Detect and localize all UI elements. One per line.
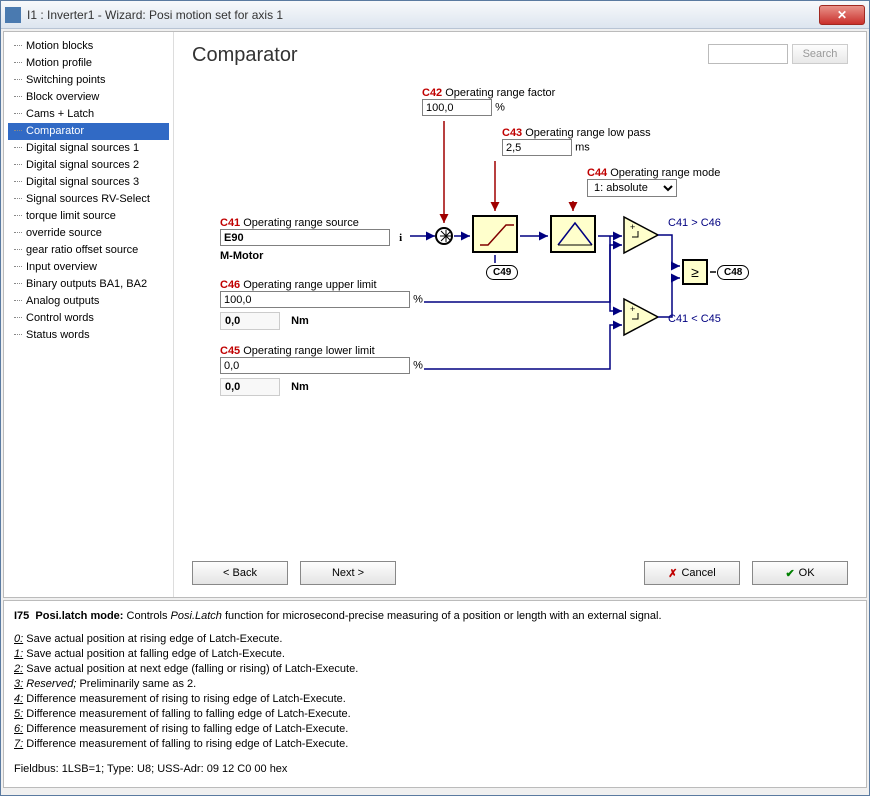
help-line: 6: Difference measurement of rising to f… — [14, 722, 856, 737]
search-button[interactable]: Search — [792, 44, 848, 64]
c43-label: Operating range low pass — [525, 127, 650, 139]
c46-unit: % — [413, 294, 423, 306]
c46-readout-unit: Nm — [291, 315, 309, 327]
c48-output: C48 — [717, 265, 749, 280]
abs-block — [550, 215, 596, 253]
help-lines: 0: Save actual position at rising edge o… — [14, 632, 856, 752]
sidebar-item[interactable]: Digital signal sources 1 — [8, 140, 169, 157]
c43-code: C43 — [502, 127, 522, 139]
main-panel: Comparator Search C42 Operating range fa… — [174, 32, 866, 597]
c42-code: C42 — [422, 87, 442, 99]
c42-label: Operating range factor — [445, 87, 555, 99]
sidebar-item[interactable]: torque limit source — [8, 208, 169, 225]
sidebar-item[interactable]: Motion blocks — [8, 38, 169, 55]
c45-label: Operating range lower limit — [243, 345, 374, 357]
help-param-name: Posi.latch mode: — [35, 610, 123, 622]
help-param-code: I75 — [14, 610, 29, 622]
c41-code: C41 — [220, 217, 240, 229]
next-button[interactable]: Next > — [300, 561, 396, 585]
c46-code: C46 — [220, 279, 240, 291]
help-line: 2: Save actual position at next edge (fa… — [14, 662, 856, 677]
sidebar-item[interactable]: Switching points — [8, 72, 169, 89]
sidebar-item[interactable]: Binary outputs BA1, BA2 — [8, 276, 169, 293]
sum-block — [435, 227, 453, 245]
sidebar-item[interactable]: Status words — [8, 327, 169, 344]
c46-input[interactable] — [220, 291, 410, 308]
c45-code: C45 — [220, 345, 240, 357]
sidebar-item[interactable]: Control words — [8, 310, 169, 327]
svg-text:+: + — [630, 304, 635, 314]
titlebar[interactable]: I1 : Inverter1 - Wizard: Posi motion set… — [1, 1, 869, 29]
help-panel[interactable]: I75 Posi.latch mode: Controls Posi.Latch… — [3, 600, 867, 788]
c42-input[interactable] — [422, 99, 492, 116]
close-button[interactable]: ✕ — [819, 5, 865, 25]
c41-sublabel: M-Motor — [220, 250, 402, 262]
sidebar-item[interactable]: Signal sources RV-Select — [8, 191, 169, 208]
sidebar-tree[interactable]: Motion blocksMotion profileSwitching poi… — [4, 32, 174, 597]
cancel-button[interactable]: ✗Cancel — [644, 561, 740, 585]
help-line: 3: Reserved; Preliminarily same as 2. — [14, 677, 856, 692]
c45-readout: 0,0 — [220, 378, 280, 396]
c44-code: C44 — [587, 167, 607, 179]
cmp-lower-label: C41 < C45 — [668, 313, 721, 325]
back-button[interactable]: < Back — [192, 561, 288, 585]
help-line: 4: Difference measurement of rising to r… — [14, 692, 856, 707]
comparator-diagram: C42 Operating range factor % C43 Operati… — [192, 87, 848, 487]
sidebar-item[interactable]: Input overview — [8, 259, 169, 276]
content-area: Motion blocksMotion profileSwitching poi… — [3, 31, 867, 598]
info-icon[interactable]: i — [399, 232, 402, 244]
cmp-upper-label: C41 > C46 — [668, 217, 721, 229]
wizard-nav: < Back Next > ✗Cancel ✔OK — [192, 561, 848, 585]
help-footer: Fieldbus: 1LSB=1; Type: U8; USS-Adr: 09 … — [14, 762, 856, 777]
c46-label: Operating range upper limit — [243, 279, 376, 291]
sidebar-item[interactable]: Block overview — [8, 89, 169, 106]
search-box: Search — [708, 44, 848, 64]
search-input[interactable] — [708, 44, 788, 64]
help-line: 5: Difference measurement of falling to … — [14, 707, 856, 722]
help-line: 0: Save actual position at rising edge o… — [14, 632, 856, 647]
c45-readout-unit: Nm — [291, 381, 309, 393]
c44-dropdown[interactable]: 1: absolute — [587, 179, 677, 197]
ok-button[interactable]: ✔OK — [752, 561, 848, 585]
help-line: 1: Save actual position at falling edge … — [14, 647, 856, 662]
c43-input[interactable] — [502, 139, 572, 156]
c41-input[interactable] — [220, 229, 390, 246]
c43-unit: ms — [575, 142, 590, 154]
c49-output: C49 — [486, 265, 518, 280]
close-icon: ✕ — [837, 8, 847, 22]
sidebar-item[interactable]: Comparator — [8, 123, 169, 140]
ge-block: ≥ — [682, 259, 708, 285]
sidebar-item[interactable]: gear ratio offset source — [8, 242, 169, 259]
c45-unit: % — [413, 360, 423, 372]
sidebar-item[interactable]: Analog outputs — [8, 293, 169, 310]
sidebar-item[interactable]: Motion profile — [8, 55, 169, 72]
c42-unit: % — [495, 102, 505, 114]
check-icon: ✔ — [785, 567, 794, 580]
app-icon — [5, 7, 21, 23]
help-line: 7: Difference measurement of falling to … — [14, 737, 856, 752]
sidebar-item[interactable]: Digital signal sources 2 — [8, 157, 169, 174]
sidebar-item[interactable]: Digital signal sources 3 — [8, 174, 169, 191]
sidebar-item[interactable]: override source — [8, 225, 169, 242]
c44-label: Operating range mode — [610, 167, 720, 179]
svg-text:+: + — [630, 222, 635, 232]
c41-label: Operating range source — [243, 217, 359, 229]
app-window: I1 : Inverter1 - Wizard: Posi motion set… — [0, 0, 870, 796]
ramp-block — [472, 215, 518, 253]
c46-readout: 0,0 — [220, 312, 280, 330]
sidebar-item[interactable]: Cams + Latch — [8, 106, 169, 123]
window-title: I1 : Inverter1 - Wizard: Posi motion set… — [27, 8, 819, 22]
cancel-icon: ✗ — [668, 567, 677, 580]
c45-input[interactable] — [220, 357, 410, 374]
